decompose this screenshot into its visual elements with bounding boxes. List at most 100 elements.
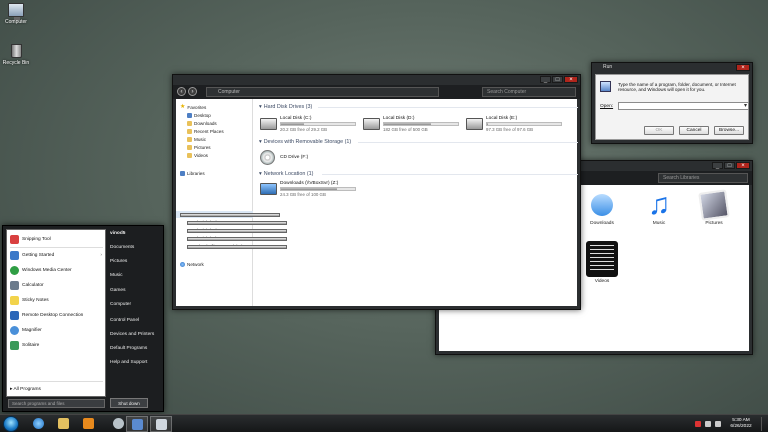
clock[interactable]: 5:30 AM 6/26/2022 [725, 418, 757, 430]
taskbar-explorer-button[interactable] [52, 416, 74, 432]
computer-link[interactable]: Computer [110, 302, 131, 307]
drive-free-space: 97.3 GB free of 97.6 GB [486, 127, 534, 132]
cancel-button[interactable]: Cancel [679, 126, 709, 135]
music-folder-icon [187, 137, 192, 142]
taskbar-run-button[interactable] [150, 416, 172, 432]
sidebar-item-disk-c[interactable]: Local Disk (C:) [187, 219, 287, 226]
taskbar-computer-button[interactable] [126, 416, 148, 432]
sidebar-item-videos[interactable]: Videos [187, 152, 208, 159]
sidebar-item-music[interactable]: Music [187, 136, 206, 143]
program-sticky-notes[interactable]: Sticky Notes [10, 294, 104, 307]
address-text: Computer [218, 89, 240, 95]
close-button[interactable]: × [564, 76, 578, 83]
music-link[interactable]: Music [110, 273, 123, 278]
music-icon: ♫ [647, 188, 671, 221]
window-controls: _ □ × [540, 76, 578, 83]
drive-e[interactable]: Local Disk (E:) 97.3 GB free of 97.6 GB [466, 114, 566, 134]
section-removable-storage[interactable]: ▾ Devices with Removable Storage (1) [259, 139, 351, 145]
sidebar-network[interactable]: Network [180, 261, 204, 268]
program-snipping-tool[interactable]: Snipping Tool [10, 233, 104, 246]
run-description: Type the name of a program, folder, docu… [618, 82, 736, 93]
drive-network-z[interactable]: Downloads (\\VBoxSvr) (Z:) 24.3 GB free … [260, 179, 360, 199]
section-network-location[interactable]: ▾ Network Location (1) [259, 171, 313, 177]
sidebar-item-network-drive[interactable]: Downloads (\\VBoxSvr) (Z:) [187, 243, 287, 250]
ok-button[interactable]: OK [644, 126, 674, 135]
drive-usage-fill [281, 123, 304, 125]
sidebar-item-disk-d[interactable]: Local Disk (D:) [187, 227, 287, 234]
taskbar-ie-button[interactable] [27, 416, 49, 432]
sidebar-item-disk-e[interactable]: Local Disk (E:) [187, 235, 287, 242]
section-hard-disk-drives[interactable]: ▾ Hard Disk Drives (3) [259, 104, 312, 110]
sidebar-item-recent-places[interactable]: Recent Places [187, 128, 224, 135]
section-title: Network Location (1) [263, 171, 314, 177]
desktop-icon-label: Recycle Bin [2, 60, 30, 66]
minimize-button[interactable]: _ [540, 76, 551, 83]
start-orb-button[interactable] [3, 416, 19, 432]
drive-name: Local Disk (C:) [280, 116, 312, 121]
computer-icon [131, 419, 143, 430]
run-dialog[interactable]: Run × Type the name of a program, folder… [591, 62, 753, 144]
library-pictures[interactable]: Pictures [696, 189, 732, 226]
show-desktop-button[interactable] [761, 417, 766, 431]
browse-button[interactable]: Browse... [714, 126, 744, 135]
desktop-icon-computer[interactable]: Computer [2, 3, 30, 25]
sidebar-libraries[interactable]: Libraries [180, 170, 205, 177]
address-bar[interactable]: Computer [206, 87, 439, 97]
search-input[interactable]: Search Computer [482, 87, 576, 97]
close-button[interactable]: × [736, 162, 750, 169]
explorer-window[interactable]: _ □ × ‹ › Computer Search Computer ★ Fav… [172, 74, 581, 310]
games-link[interactable]: Games [110, 288, 125, 293]
start-menu[interactable]: Snipping Tool Getting Started › Windows … [2, 225, 164, 412]
start-search-input[interactable]: Search programs and files [8, 399, 105, 408]
forward-button[interactable]: › [188, 87, 197, 96]
sidebar-item-pictures[interactable]: Pictures [187, 144, 211, 151]
program-remote-desktop[interactable]: Remote Desktop Connection [10, 309, 104, 322]
taskbar: 5:30 AM 6/26/2022 [0, 414, 768, 432]
drive-usage-bar [280, 187, 356, 191]
maximize-button[interactable]: □ [724, 162, 735, 169]
drive-name: Downloads (\\VBoxSvr) (Z:) [280, 181, 339, 186]
library-videos[interactable]: Videos [584, 241, 620, 284]
search-input[interactable]: Search Libraries [658, 173, 748, 183]
minimize-button[interactable]: _ [712, 162, 723, 169]
close-button[interactable]: × [736, 64, 750, 71]
flag-icon[interactable] [695, 421, 701, 427]
user-folder-link[interactable]: vinod5 [110, 231, 125, 236]
program-windows-media-center[interactable]: Windows Media Center [10, 264, 104, 277]
submenu-arrow-icon[interactable]: › [100, 253, 102, 258]
program-magnifier[interactable]: Magnifier [10, 324, 104, 337]
library-music[interactable]: ♫ Music [641, 188, 677, 227]
program-calculator[interactable]: Calculator [10, 279, 104, 292]
pictures-link[interactable]: Pictures [110, 259, 127, 264]
drive-cd[interactable]: CD Drive (F:) [260, 148, 360, 168]
devices-printers-link[interactable]: Devices and Printers [110, 332, 154, 337]
control-panel-link[interactable]: Control Panel [110, 318, 139, 323]
volume-icon[interactable] [715, 421, 721, 427]
desktop-icon-recycle-bin[interactable]: Recycle Bin [2, 44, 30, 66]
all-programs-label: All Programs [13, 387, 41, 392]
program-solitaire[interactable]: Solitaire [10, 339, 104, 352]
documents-link[interactable]: Documents [110, 245, 134, 250]
sidebar-item-desktop[interactable]: Desktop [187, 112, 211, 119]
all-programs-button[interactable]: ▸ All Programs [10, 387, 41, 392]
help-support-link[interactable]: Help and Support [110, 360, 147, 365]
sidebar-item-downloads[interactable]: Downloads [187, 120, 217, 127]
sidebar-favorites[interactable]: ★ Favorites [180, 104, 206, 111]
taskbar-media-player-button[interactable] [77, 416, 99, 432]
folder-icon [187, 121, 192, 126]
drive-d[interactable]: Local Disk (D:) 182 GB free of 500 GB [363, 114, 463, 134]
system-tray: 5:30 AM 6/26/2022 [695, 416, 766, 432]
explorer-toolbar: ‹ › Computer Search Computer [173, 85, 580, 99]
open-combobox[interactable] [618, 102, 749, 110]
shutdown-button[interactable]: Shut down [110, 398, 148, 408]
network-icon[interactable] [705, 421, 711, 427]
library-downloads[interactable]: Downloads [584, 191, 620, 226]
drive-c[interactable]: Local Disk (C:) 20.2 GB free of 29.2 GB [260, 114, 360, 134]
default-programs-link[interactable]: Default Programs [110, 346, 147, 351]
shutdown-label: Shut down [118, 401, 140, 406]
program-getting-started[interactable]: Getting Started › [10, 249, 104, 262]
sidebar-computer[interactable]: Computer [180, 211, 280, 218]
back-button[interactable]: ‹ [177, 87, 186, 96]
explorer-body: ★ Favorites Desktop Downloads Recent Pla… [176, 99, 578, 306]
maximize-button[interactable]: □ [552, 76, 563, 83]
